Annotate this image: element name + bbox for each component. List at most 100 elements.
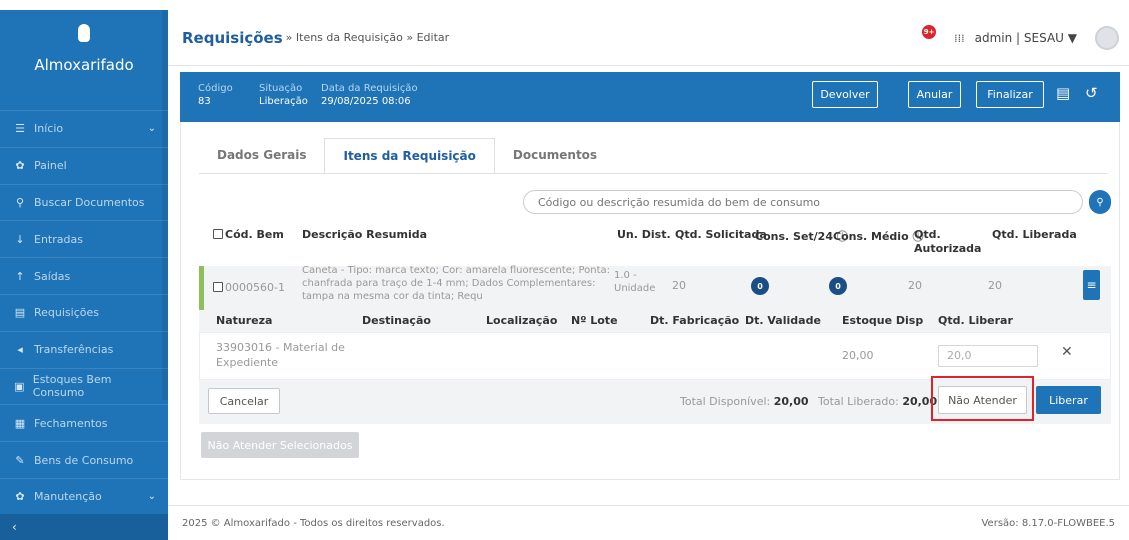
sidebar-item-label: Fechamentos (34, 416, 108, 430)
avatar[interactable] (1095, 26, 1119, 50)
cons-medio-badge[interactable]: 0 (829, 277, 847, 295)
row-qtd-liberada: 20 (988, 279, 1002, 292)
copyright-text: 2025 © Almoxarifado - Todos os direitos … (182, 517, 445, 529)
sidebar-item-fechamentos[interactable]: ▦ Fechamentos (0, 404, 168, 441)
sidebar-item-label: Entradas (34, 232, 83, 246)
breadcrumb: » Itens da Requisição » Editar (285, 31, 450, 44)
row-unit-line1: 1.0 - (614, 270, 637, 281)
codigo-field: Código 83 (198, 82, 233, 108)
tab-itens-requisicao[interactable]: Itens da Requisição (324, 138, 495, 174)
tab-dados-gerais[interactable]: Dados Gerais (199, 138, 324, 174)
row-menu-button[interactable]: ≡ (1083, 270, 1100, 300)
row-qtd-autorizada: 20 (908, 279, 922, 292)
menu-item-icon: ⚲ (15, 195, 25, 209)
row-qtd-solicitada: 20 (672, 279, 686, 292)
logo-area: Almoxarifado (0, 10, 168, 110)
collapse-sidebar-button[interactable]: ‹ (0, 514, 168, 540)
search-input[interactable] (523, 190, 1083, 214)
header-right: 9+ ⁞⁞⁞ admin | SESAU ▼ (922, 25, 1119, 50)
tab-divider (199, 173, 1107, 174)
sidebar-scrollbar[interactable] (162, 10, 168, 400)
sub-header-validade: Dt. Validade (745, 314, 821, 327)
sidebar-item-bens-de-consumo[interactable]: ✎ Bens de Consumo (0, 441, 168, 478)
sidebar-item-label: Requisições (34, 306, 99, 320)
header-qtd-autorizada: Qtd. Autorizada (914, 228, 981, 256)
menu-item-icon: ✿ (15, 159, 25, 173)
liberar-button[interactable]: Liberar (1036, 386, 1101, 414)
sidebar-item-saídas[interactable]: ↑ Saídas (0, 257, 168, 294)
header-cons-medio: Cons. Médio ⓘ (833, 228, 923, 244)
menu-item-icon: ✿ (15, 490, 25, 504)
header-qtd-solicitada: Qtd. Solicitada (675, 228, 767, 241)
codigo-value: 83 (198, 96, 211, 107)
sidebar-item-buscar-documentos[interactable]: ⚲ Buscar Documentos (0, 183, 168, 221)
sub-header-estoque: Estoque Disp (842, 314, 924, 327)
data-label: Data da Requisição (321, 83, 418, 94)
header-un-dist: Un. Dist. (617, 228, 671, 241)
situacao-field: Situação Liberação (259, 82, 308, 108)
sidebar-item-label: Painel (34, 159, 67, 173)
highlight-box (931, 376, 1034, 421)
anular-button[interactable]: Anular (908, 81, 961, 108)
lot-natureza-line1: 33903016 - Material de (216, 341, 345, 354)
sidebar-item-entradas[interactable]: ↓ Entradas (0, 220, 168, 257)
select-all-checkbox[interactable] (213, 229, 223, 239)
nao-atender-selecionados-button[interactable]: Não Atender Selecionados (201, 432, 359, 458)
user-menu[interactable]: admin | SESAU ▼ (975, 31, 1077, 45)
row-description: Caneta - Tipo: marca texto; Cor: amarela… (302, 265, 611, 302)
sidebar-item-transferências[interactable]: ◂ Transferências (0, 330, 168, 368)
brand-name: Almoxarifado (34, 56, 134, 74)
row-unit: 1.0 - Unidade (614, 269, 655, 295)
sidebar-item-estoques-bem-consumo[interactable]: ▣ Estoques Bem Consumo (0, 367, 168, 405)
header-cod-label: Cód. Bem (225, 228, 284, 241)
qtd-liberar-input[interactable]: 20,0 (938, 345, 1038, 367)
sidebar-item-manutenção[interactable]: ✿ Manutenção ⌄ (0, 477, 168, 515)
sidebar-item-label: Início (34, 122, 64, 136)
header-cons-set-label: Cons. Set/24 (755, 230, 833, 243)
situacao-label: Situação (259, 83, 303, 94)
row-cod[interactable]: 0000560-1 (213, 281, 285, 294)
menu-item-icon: ✎ (15, 453, 25, 467)
devolver-button[interactable]: Devolver (812, 81, 878, 108)
chevron-down-icon[interactable]: ⌄ (148, 123, 156, 134)
sidebar-item-label: Estoques Bem Consumo (32, 373, 112, 400)
total-disponivel: Total Disponível: 20,00 (680, 395, 809, 408)
history-icon[interactable]: ↺ (1085, 84, 1098, 102)
page-footer: 2025 © Almoxarifado - Todos os direitos … (168, 505, 1129, 540)
row-checkbox[interactable] (213, 282, 223, 292)
tab-documentos[interactable]: Documentos (495, 138, 615, 174)
total-disponivel-label: Total Disponível: (680, 395, 771, 408)
row-cod-value: 0000560-1 (225, 281, 285, 294)
sidebar-item-requisições[interactable]: ▤ Requisições (0, 293, 168, 331)
search-icon: ⚲ (1096, 196, 1104, 208)
search-button[interactable]: ⚲ (1089, 190, 1111, 214)
lot-estoque: 20,00 (842, 349, 874, 362)
header-qtd-liberada: Qtd. Liberada (992, 228, 1077, 241)
page-title[interactable]: Requisições (182, 29, 283, 47)
apps-grid-icon[interactable]: ⁞⁞⁞ (954, 32, 965, 45)
sidebar-item-início[interactable]: ☰ Início ⌄ (0, 110, 168, 147)
sub-header-fabricacao: Dt. Fabricação (650, 314, 740, 327)
remove-icon[interactable]: ✕ (1061, 344, 1073, 360)
finalizar-button[interactable]: Finalizar (976, 81, 1044, 108)
cancelar-button[interactable]: Cancelar (208, 388, 280, 414)
chevron-down-icon[interactable]: ⌄ (148, 491, 156, 502)
menu-item-icon: ▤ (14, 306, 26, 320)
top-header: Requisições » Itens da Requisição » Edit… (168, 10, 1129, 66)
menu-item-icon: ↑ (15, 269, 25, 283)
menu-icon: ≡ (1086, 278, 1097, 292)
tab-bar: Dados Gerais Itens da Requisição Documen… (199, 138, 615, 174)
sub-header-lote: Nº Lote (571, 314, 618, 327)
sub-header-natureza: Natureza (216, 314, 273, 327)
main-content: Dados Gerais Itens da Requisição Documen… (180, 122, 1120, 480)
notification-badge[interactable]: 9+ (922, 25, 937, 39)
situacao-value: Liberação (259, 96, 308, 107)
cons-set-badge[interactable]: 0 (751, 277, 769, 295)
header-cod-bem[interactable]: Cód. Bem (213, 228, 284, 241)
menu-item-icon: ☰ (15, 122, 25, 136)
sidebar-item-label: Transferências (34, 343, 114, 357)
version-text: Versão: 8.17.0-FLOWBEE.5 (981, 517, 1115, 529)
sidebar-item-label: Buscar Documentos (34, 195, 145, 209)
sidebar-item-painel[interactable]: ✿ Painel (0, 146, 168, 184)
document-icon[interactable]: ▤ (1056, 84, 1070, 102)
